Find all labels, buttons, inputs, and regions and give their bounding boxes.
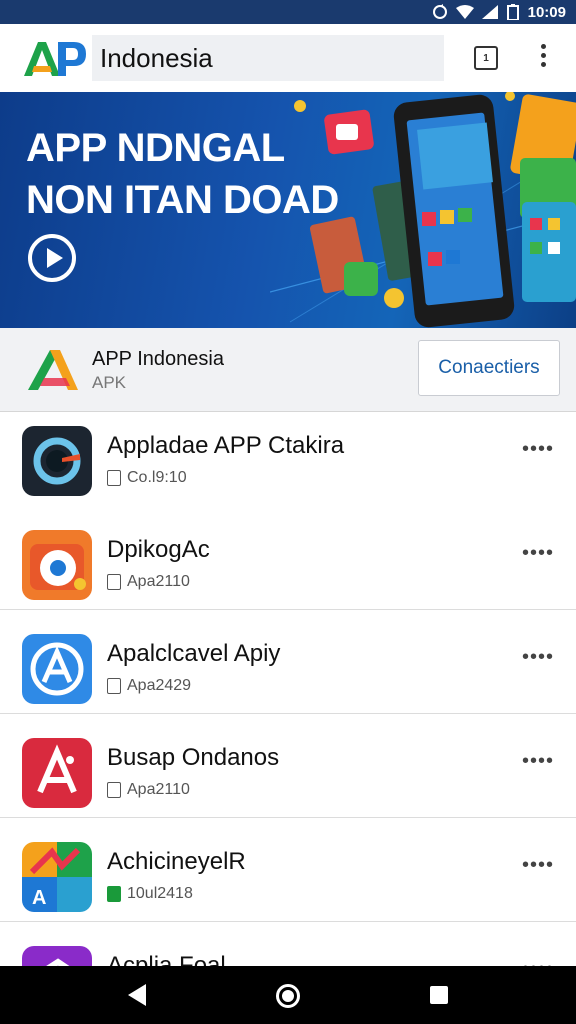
- connect-button-label: Conaectiers: [438, 357, 540, 378]
- app-meta: 10ul2418: [107, 885, 193, 903]
- divider: [0, 609, 576, 610]
- file-icon: [107, 886, 121, 902]
- divider: [0, 817, 576, 818]
- app-meta: Co.l9:10: [107, 469, 187, 487]
- recents-icon[interactable]: [430, 986, 448, 1004]
- list-item[interactable]: Appladae APP Ctakira Co.l9:10 ••••: [0, 414, 576, 518]
- app-meta: Apa2110: [107, 573, 190, 591]
- orange-eye-icon: [22, 530, 92, 600]
- tab-count: 1: [483, 52, 489, 64]
- red-a-icon: [22, 738, 92, 808]
- more-icon[interactable]: ••••: [522, 751, 554, 771]
- more-icon[interactable]: ••••: [522, 647, 554, 667]
- app-name: Apalclcavel Apiy: [107, 640, 281, 667]
- toolbar: Indonesia 1: [0, 24, 576, 92]
- connect-button[interactable]: Conaectiers: [418, 340, 560, 396]
- list-item[interactable]: A AchicineyelR 10ul2418 ••••: [0, 830, 576, 934]
- info-title: APP Indonesia: [92, 348, 224, 370]
- app-name: Acplia Foal: [107, 952, 226, 966]
- wifi-icon: [455, 5, 474, 19]
- file-icon: [107, 678, 121, 694]
- app-meta: Apa2429: [107, 677, 191, 695]
- app-meta: Apa2110: [107, 781, 190, 799]
- divider: [0, 921, 576, 922]
- banner-title-line1: APP NDNGAL: [26, 126, 285, 170]
- file-icon: [107, 470, 121, 486]
- colorful-a-icon: A: [22, 842, 92, 912]
- app-meta-text: Apa2429: [127, 677, 192, 694]
- list-item[interactable]: Busap Ondanos Apa2110 ••••: [0, 726, 576, 830]
- search-value: Indonesia: [100, 42, 213, 73]
- more-icon[interactable]: ••••: [522, 543, 554, 563]
- list-item[interactable]: DpikogAc Apa2110 ••••: [0, 518, 576, 622]
- app-meta-text: 10ul2418: [127, 885, 193, 902]
- play-icon[interactable]: [28, 234, 76, 282]
- more-icon[interactable]: ••••: [522, 439, 554, 459]
- signal-icon: [481, 5, 498, 19]
- app-name: Busap Ondanos: [107, 744, 280, 771]
- app-logo-small: [28, 350, 78, 390]
- navigation-bar: [0, 966, 576, 1024]
- app-meta-text: Apa2110: [127, 573, 190, 590]
- overflow-menu-button[interactable]: [536, 44, 550, 74]
- list-item[interactable]: Acplia Foal ••••: [0, 934, 576, 966]
- search-input[interactable]: Indonesia: [92, 35, 444, 81]
- app-meta-text: Co.l9:10: [127, 469, 187, 486]
- status-time: 10:09: [527, 3, 566, 21]
- blue-a-icon: [22, 634, 92, 704]
- home-icon[interactable]: [276, 984, 300, 1008]
- dark-circle-icon: [22, 426, 92, 496]
- list-item[interactable]: Apalclcavel Apiy Apa2429 ••••: [0, 622, 576, 726]
- app-list: Appladae APP Ctakira Co.l9:10 •••• Dpiko…: [0, 414, 576, 966]
- battery-icon: [506, 4, 519, 20]
- file-icon: [107, 782, 121, 798]
- app-name: Appladae APP Ctakira: [107, 432, 345, 459]
- purple-icon: [22, 946, 92, 966]
- app-info-row: APP Indonesia APK Conaectiers: [0, 328, 576, 412]
- svg-text:A: A: [32, 887, 46, 909]
- promo-banner[interactable]: APP NDNGAL NON ITAN DOAD: [0, 92, 576, 328]
- tabs-button[interactable]: 1: [474, 46, 498, 70]
- app-name: AchicineyelR: [107, 848, 246, 875]
- divider: [0, 713, 576, 714]
- status-bar: 10:09: [0, 0, 576, 24]
- file-icon: [107, 574, 121, 590]
- phone-illustration: [270, 92, 576, 328]
- app-meta-text: Apa2110: [127, 781, 190, 798]
- app-name: DpikogAc: [107, 536, 210, 563]
- more-icon[interactable]: ••••: [522, 855, 554, 875]
- sync-icon: [432, 4, 447, 19]
- back-icon[interactable]: [128, 984, 146, 1006]
- info-subtitle: APK: [92, 373, 127, 392]
- app-logo: [22, 38, 88, 78]
